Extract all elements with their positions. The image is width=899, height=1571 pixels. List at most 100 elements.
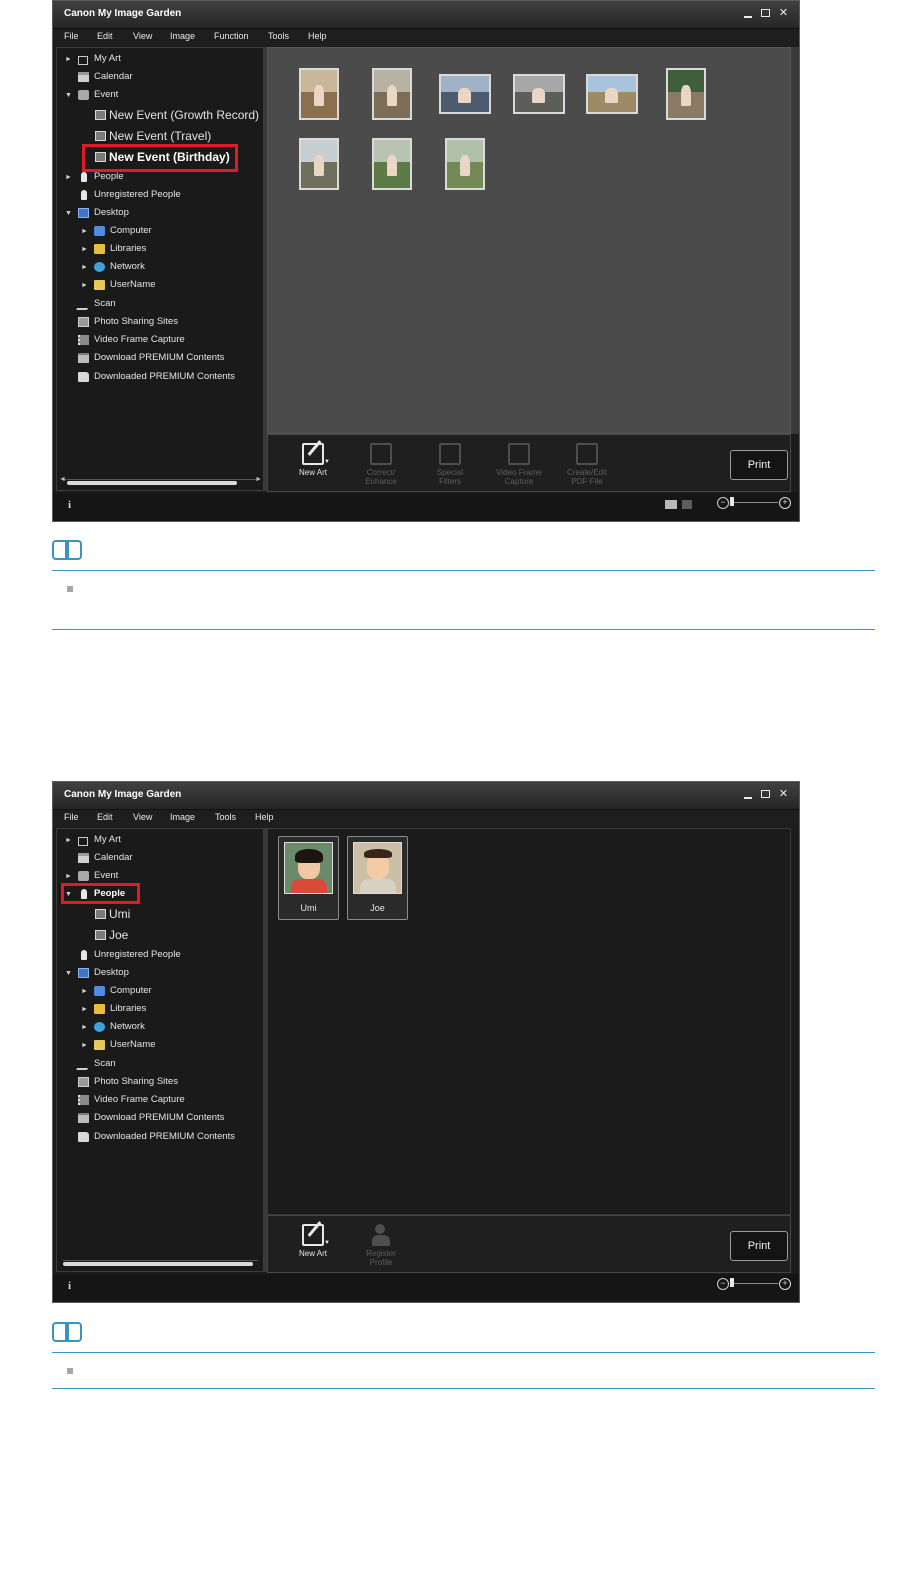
zoom-slider-track[interactable] <box>732 502 778 503</box>
menu-image[interactable]: Image <box>170 812 195 822</box>
title-bar: Canon My Image Garden ✕ <box>53 1 799 29</box>
tree-item-label: Scan <box>94 298 116 309</box>
menu-tools[interactable]: Tools <box>268 31 289 41</box>
photo-thumbnail[interactable] <box>372 68 412 120</box>
tree-item-label: Scan <box>94 1058 116 1069</box>
register-profile-button[interactable]: Register Profile <box>350 1222 412 1274</box>
photo-thumbnail[interactable] <box>666 68 706 120</box>
collapse-arrow-icon[interactable]: ► <box>81 242 91 257</box>
info-button[interactable]: i <box>68 1280 71 1292</box>
new-art-button[interactable]: ▼ New Art <box>282 1222 344 1274</box>
collapse-arrow-icon[interactable]: ► <box>65 52 75 67</box>
sidebar-horizontal-scrollbar[interactable] <box>63 1260 258 1267</box>
photo-thumbnail[interactable] <box>513 74 565 114</box>
collapse-arrow-icon[interactable]: ► <box>81 1038 91 1053</box>
menu-file[interactable]: File <box>64 31 79 41</box>
new-art-icon <box>302 443 324 465</box>
person-photo <box>284 842 333 894</box>
person-card-umi[interactable]: Umi <box>278 836 339 920</box>
menu-view[interactable]: View <box>133 31 152 41</box>
close-button[interactable]: ✕ <box>778 6 789 20</box>
collapse-arrow-icon[interactable]: ► <box>81 260 91 275</box>
detail-view-icon[interactable] <box>665 500 677 509</box>
computer-icon <box>94 986 105 996</box>
collapse-arrow-icon[interactable]: ► <box>81 1002 91 1017</box>
print-button[interactable]: Print <box>730 450 788 480</box>
expand-arrow-icon[interactable]: ▼ <box>65 88 75 103</box>
maximize-button[interactable] <box>760 787 771 801</box>
menu-image[interactable]: Image <box>170 31 195 41</box>
menu-help[interactable]: Help <box>255 812 274 822</box>
photo-thumbnail[interactable] <box>299 138 339 190</box>
zoom-slider-track[interactable] <box>732 1283 778 1284</box>
special-filters-button[interactable]: Special Filters <box>419 441 481 493</box>
minimize-button[interactable] <box>742 787 753 801</box>
menu-bar: File Edit View Image Function Tools Help <box>53 29 799 46</box>
tree-item-label: New Event (Travel) <box>109 129 212 143</box>
photo-thumbnail[interactable] <box>445 138 485 190</box>
video-frame-capture-button[interactable]: Video Frame Capture <box>488 441 550 493</box>
expand-arrow-icon[interactable]: ▼ <box>65 966 75 981</box>
photo-thumbnail[interactable] <box>299 68 339 120</box>
menu-edit[interactable]: Edit <box>97 812 113 822</box>
zoom-in-icon[interactable]: + <box>779 1278 791 1290</box>
zoom-slider-handle[interactable] <box>730 497 734 506</box>
video-frame-icon <box>78 335 89 345</box>
sidebar-horizontal-scrollbar[interactable]: ◄ ► <box>59 476 262 486</box>
create-edit-pdf-label: Create/Edit PDF File <box>566 468 608 486</box>
content-vertical-scrollbar[interactable] <box>791 47 799 434</box>
tree-item-label: Network <box>110 261 145 272</box>
new-art-button[interactable]: ▼ New Art <box>282 441 344 493</box>
computer-icon <box>94 226 105 236</box>
correct-enhance-button[interactable]: Correct/ Enhance <box>350 441 412 493</box>
tree-item-label: Download PREMIUM Contents <box>94 1112 225 1123</box>
tree-item-label: Calendar <box>94 852 133 863</box>
create-edit-pdf-button[interactable]: Create/Edit PDF File <box>556 441 618 493</box>
tree-item-label: Photo Sharing Sites <box>94 1076 178 1087</box>
libraries-icon <box>94 244 105 254</box>
minimize-button[interactable] <box>742 6 753 20</box>
zoom-slider-handle[interactable] <box>730 1278 734 1287</box>
collapse-arrow-icon[interactable]: ► <box>81 278 91 293</box>
photo-thumbnail[interactable] <box>586 74 638 114</box>
title-bar: Canon My Image Garden ✕ <box>53 782 799 810</box>
collapse-arrow-icon[interactable]: ► <box>65 833 75 848</box>
maximize-button[interactable] <box>760 6 771 20</box>
tree-item-label: Libraries <box>110 1003 147 1014</box>
list-view-icon[interactable] <box>682 500 692 509</box>
zoom-in-icon[interactable]: + <box>779 497 791 509</box>
menu-function[interactable]: Function <box>214 31 249 41</box>
print-button[interactable]: Print <box>730 1231 788 1261</box>
collapse-arrow-icon[interactable]: ► <box>81 224 91 239</box>
close-button[interactable]: ✕ <box>778 787 789 801</box>
tree-item-label: Computer <box>110 985 152 996</box>
sidebar-tree: ► My Art Calendar ► Event ▼ People Umi Joe Unregi… <box>56 828 264 1272</box>
tree-item-label: My Art <box>94 834 121 845</box>
selected-item-highlight <box>61 883 140 904</box>
menu-file[interactable]: File <box>64 812 79 822</box>
note-icon <box>52 540 86 562</box>
menu-view[interactable]: View <box>133 812 152 822</box>
collapse-arrow-icon[interactable]: ► <box>81 984 91 999</box>
window-title: Canon My Image Garden <box>64 789 182 800</box>
collapse-arrow-icon[interactable]: ► <box>65 170 75 185</box>
zoom-out-icon[interactable]: − <box>717 1278 729 1290</box>
collapse-arrow-icon[interactable]: ► <box>81 1020 91 1035</box>
photo-thumbnail[interactable] <box>439 74 491 114</box>
video-frame-capture-label: Video Frame Capture <box>496 468 542 486</box>
photo-thumbnail[interactable] <box>372 138 412 190</box>
status-bar: i − + <box>53 493 799 521</box>
info-button[interactable]: i <box>68 499 71 511</box>
menu-help[interactable]: Help <box>308 31 327 41</box>
user-folder-icon <box>94 280 105 290</box>
calendar-icon <box>78 72 89 82</box>
window-title: Canon My Image Garden <box>64 8 182 19</box>
menu-tools[interactable]: Tools <box>215 812 236 822</box>
menu-edit[interactable]: Edit <box>97 31 113 41</box>
zoom-out-icon[interactable]: − <box>717 497 729 509</box>
person-card-joe[interactable]: Joe <box>347 836 408 920</box>
correct-enhance-label: Correct/ Enhance <box>365 468 397 486</box>
new-art-icon <box>302 1224 324 1246</box>
collapse-arrow-icon[interactable]: ► <box>65 869 75 884</box>
expand-arrow-icon[interactable]: ▼ <box>65 206 75 221</box>
